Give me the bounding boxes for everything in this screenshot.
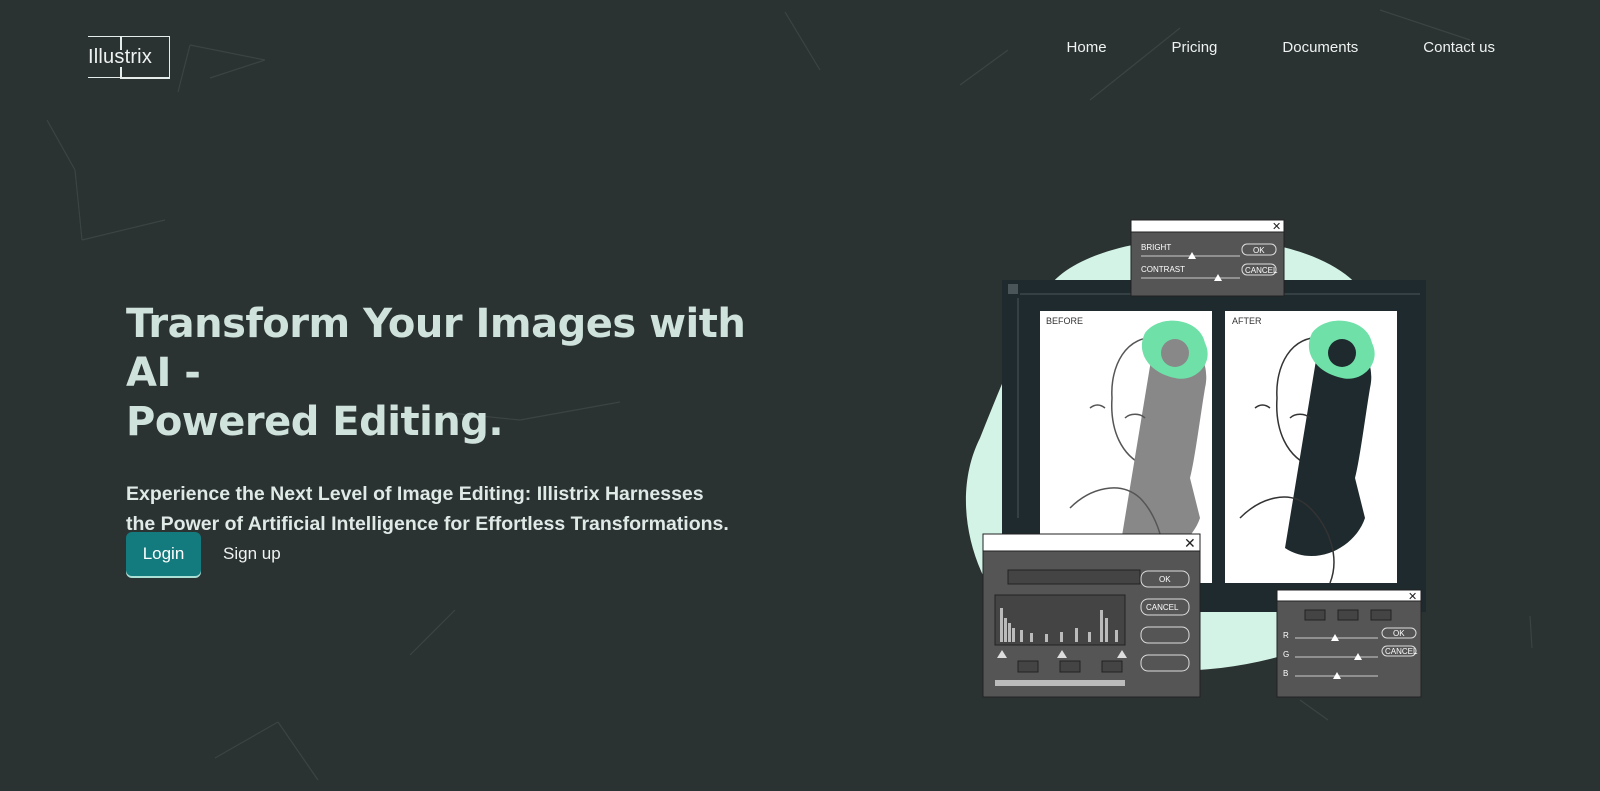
nav-documents-link[interactable]: Documents — [1282, 39, 1358, 56]
login-button[interactable]: Login — [126, 532, 201, 576]
rgb-ok-label: OK — [1393, 629, 1405, 638]
before-label: BEFORE — [1046, 316, 1083, 326]
nav-contact-link[interactable]: Contact us — [1423, 39, 1495, 56]
before-hair-bun — [1161, 339, 1189, 367]
hero-subtitle: Experience the Next Level of Image Editi… — [126, 479, 766, 539]
monitor-corner-square — [1008, 284, 1018, 294]
rgb-close-icon: ✕ — [1408, 590, 1417, 603]
bright-label: BRIGHT — [1141, 243, 1171, 252]
hero-actions: Login Sign up — [126, 532, 287, 576]
logo-frame-side-top — [120, 35, 122, 50]
histogram-ok-label: OK — [1159, 575, 1171, 584]
hero-section: Transform Your Images with AI - Powered … — [126, 300, 766, 539]
brand-logo[interactable]: Illustrix — [88, 35, 170, 79]
hero-title-line1: Transform Your Images with AI - — [126, 301, 746, 396]
rgb-window: ✕ R G B OK CANCEL — [1276, 589, 1422, 698]
rgb-cancel-label: CANCEL — [1385, 647, 1418, 656]
brightness-contrast-window: ✕ BRIGHT CONTRAST OK CANCEL — [1130, 219, 1285, 297]
histogram-close-icon: ✕ — [1184, 536, 1196, 552]
histogram-cancel-label: CANCEL — [1146, 603, 1179, 612]
r-label: R — [1283, 631, 1289, 640]
hero-title: Transform Your Images with AI - Powered … — [126, 300, 766, 447]
hero-subtitle-line1: Experience the Next Level of Image Editi… — [126, 483, 704, 505]
signup-button[interactable]: Sign up — [217, 543, 287, 565]
top-cancel-label: CANCEL — [1245, 266, 1278, 275]
hero-title-line2: Powered Editing. — [126, 399, 504, 445]
g-label: G — [1283, 650, 1289, 659]
contrast-label: CONTRAST — [1141, 265, 1185, 274]
after-hair-bun — [1328, 339, 1356, 367]
photo-editing-illustration: BEFORE AFTER ✕ BRIGHT CONTRAST OK CANCEL… — [965, 219, 1426, 698]
after-label: AFTER — [1232, 316, 1262, 326]
top-ok-label: OK — [1253, 246, 1265, 255]
nav-pricing-link[interactable]: Pricing — [1172, 39, 1218, 56]
logo-frame-side-bottom — [120, 66, 122, 79]
logo-frame-top — [120, 35, 170, 37]
logo-frame-bottom — [120, 77, 170, 79]
main-nav: Home Pricing Documents Contact us — [1002, 39, 1495, 56]
nav-home-link[interactable]: Home — [1067, 39, 1107, 56]
b-label: B — [1283, 669, 1288, 678]
histogram-window: ✕ OK CANCEL — [982, 533, 1201, 698]
hero-illustration: BEFORE AFTER ✕ BRIGHT CONTRAST OK CANCEL… — [950, 218, 1450, 703]
window-close-icon: ✕ — [1272, 220, 1281, 233]
